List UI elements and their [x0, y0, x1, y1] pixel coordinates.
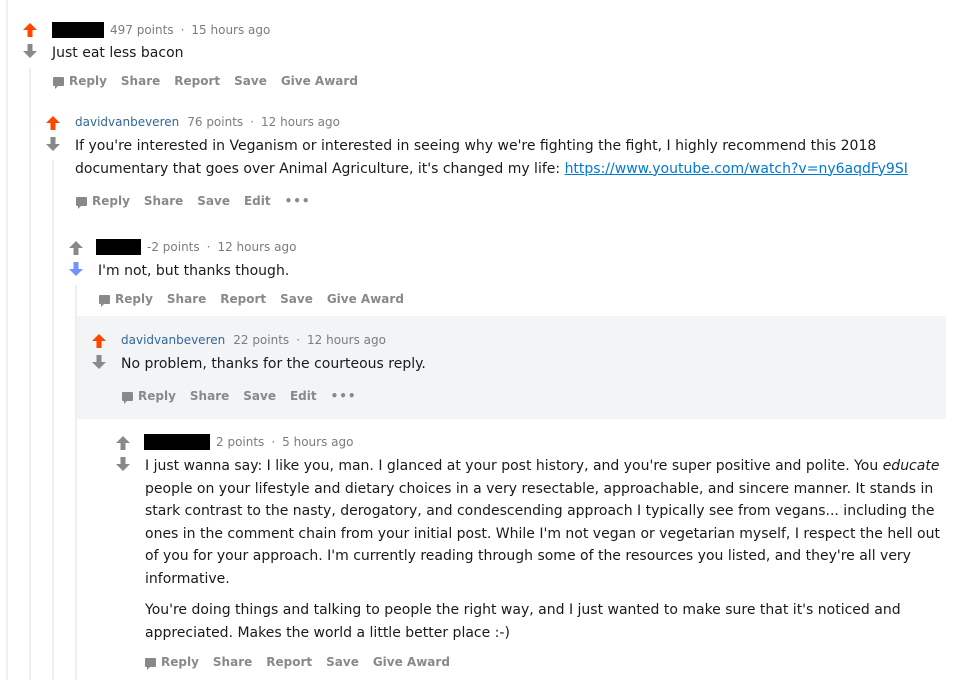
comment-body: I'm not, but thanks though. [98, 260, 938, 283]
save-button[interactable]: Save [234, 74, 267, 88]
save-button[interactable]: Save [197, 194, 230, 208]
timestamp[interactable]: 12 hours ago [307, 333, 386, 347]
save-button[interactable]: Save [326, 655, 359, 669]
redacted-username [52, 22, 104, 38]
reply-button[interactable]: Reply [99, 292, 153, 307]
comment-text: Just eat less bacon [52, 45, 184, 61]
points: 497 points [110, 23, 174, 37]
comment-bubble-icon [76, 196, 87, 209]
comment-text: I'm not, but thanks though. [98, 263, 290, 279]
points: 22 points [233, 333, 290, 347]
comment-body: I just wanna say: I like you, man. I gla… [145, 455, 945, 644]
comment-body: No problem, thanks for the courteous rep… [121, 353, 921, 376]
share-button[interactable]: Share [213, 655, 252, 669]
comment-actions: Reply Share Report Save Give Award [53, 72, 372, 90]
emphasis-text: educate [882, 458, 940, 474]
username-link[interactable]: davidvanbeveren [121, 333, 225, 347]
reply-button[interactable]: Reply [53, 74, 107, 89]
downvote-arrow-icon[interactable] [91, 354, 107, 370]
comment-text: If you're interested in Veganism or inte… [75, 135, 945, 180]
edit-button[interactable]: Edit [244, 194, 271, 208]
points: -2 points [147, 240, 200, 254]
comment-actions: Reply Share Report Save Give Award [99, 290, 418, 308]
comment-meta: 2 points · 5 hours ago [144, 434, 353, 450]
comment-meta: davidvanbeveren 76 points · 12 hours ago [75, 114, 340, 130]
share-button[interactable]: Share [190, 389, 229, 403]
comment-body: Just eat less bacon [52, 42, 932, 65]
comment-actions: Reply Share Save Edit ••• [122, 387, 371, 405]
comment-bubble-icon [145, 657, 156, 670]
username-link[interactable]: davidvanbeveren [75, 115, 179, 129]
comment-paragraph-1: I just wanna say: I like you, man. I gla… [145, 455, 945, 590]
report-button[interactable]: Report [220, 292, 266, 306]
points: 2 points [216, 435, 265, 449]
comment-bubble-icon [99, 294, 110, 307]
vote-column [22, 22, 38, 59]
give-award-button[interactable]: Give Award [373, 655, 450, 669]
downvote-arrow-icon[interactable] [68, 261, 84, 277]
vote-column [115, 435, 131, 472]
thread-line[interactable] [6, 0, 8, 680]
comment-text: No problem, thanks for the courteous rep… [121, 356, 426, 372]
more-options-button[interactable]: ••• [285, 194, 311, 208]
separator-dot: · [271, 435, 276, 449]
share-button[interactable]: Share [144, 194, 183, 208]
upvote-arrow-icon[interactable] [91, 333, 107, 349]
comment-bubble-icon [122, 391, 133, 404]
comment-meta: davidvanbeveren 22 points · 12 hours ago [121, 332, 386, 348]
reply-label: Reply [138, 389, 176, 403]
report-button[interactable]: Report [266, 655, 312, 669]
comment-actions: Reply Share Report Save Give Award [145, 653, 464, 671]
share-button[interactable]: Share [121, 74, 160, 88]
comment-text-part: people on your lifestyle and dietary cho… [145, 480, 940, 587]
edit-button[interactable]: Edit [290, 389, 317, 403]
timestamp[interactable]: 12 hours ago [261, 115, 340, 129]
reply-button[interactable]: Reply [76, 194, 130, 209]
comment-paragraph-2: You're doing things and talking to peopl… [145, 602, 901, 641]
separator-dot: · [296, 333, 301, 347]
vote-column [91, 333, 107, 370]
give-award-button[interactable]: Give Award [327, 292, 404, 306]
give-award-button[interactable]: Give Award [281, 74, 358, 88]
reply-button[interactable]: Reply [122, 389, 176, 404]
comment-actions: Reply Share Save Edit ••• [76, 192, 325, 210]
more-options-button[interactable]: ••• [331, 389, 357, 403]
vote-column [45, 115, 61, 152]
timestamp[interactable]: 5 hours ago [282, 435, 353, 449]
downvote-arrow-icon[interactable] [45, 136, 61, 152]
comment-meta: -2 points · 12 hours ago [96, 239, 296, 255]
save-button[interactable]: Save [280, 292, 313, 306]
upvote-arrow-icon[interactable] [115, 435, 131, 451]
redacted-username [144, 434, 210, 450]
separator-dot: · [206, 240, 211, 254]
downvote-arrow-icon[interactable] [115, 456, 131, 472]
share-button[interactable]: Share [167, 292, 206, 306]
redacted-username [96, 239, 141, 255]
reply-button[interactable]: Reply [145, 655, 199, 670]
downvote-arrow-icon[interactable] [22, 43, 38, 59]
separator-dot: · [180, 23, 185, 37]
reply-label: Reply [69, 74, 107, 88]
timestamp[interactable]: 15 hours ago [191, 23, 270, 37]
save-button[interactable]: Save [243, 389, 276, 403]
comment-body: If you're interested in Veganism or inte… [75, 135, 945, 180]
report-button[interactable]: Report [174, 74, 220, 88]
timestamp[interactable]: 12 hours ago [217, 240, 296, 254]
thread-line[interactable] [29, 68, 31, 680]
comment-text-part: I just wanna say: I like you, man. I gla… [145, 458, 883, 474]
reply-label: Reply [115, 292, 153, 306]
thread-line[interactable] [52, 160, 54, 680]
upvote-arrow-icon[interactable] [45, 115, 61, 131]
comment-bubble-icon [53, 76, 64, 89]
reply-label: Reply [92, 194, 130, 208]
points: 76 points [187, 115, 244, 129]
upvote-arrow-icon[interactable] [68, 240, 84, 256]
separator-dot: · [250, 115, 255, 129]
reply-label: Reply [161, 655, 199, 669]
upvote-arrow-icon[interactable] [22, 22, 38, 38]
vote-column [68, 240, 84, 277]
youtube-link[interactable]: https://www.youtube.com/watch?v=ny6aqdFy… [565, 161, 908, 177]
comment-meta: 497 points · 15 hours ago [52, 22, 270, 38]
